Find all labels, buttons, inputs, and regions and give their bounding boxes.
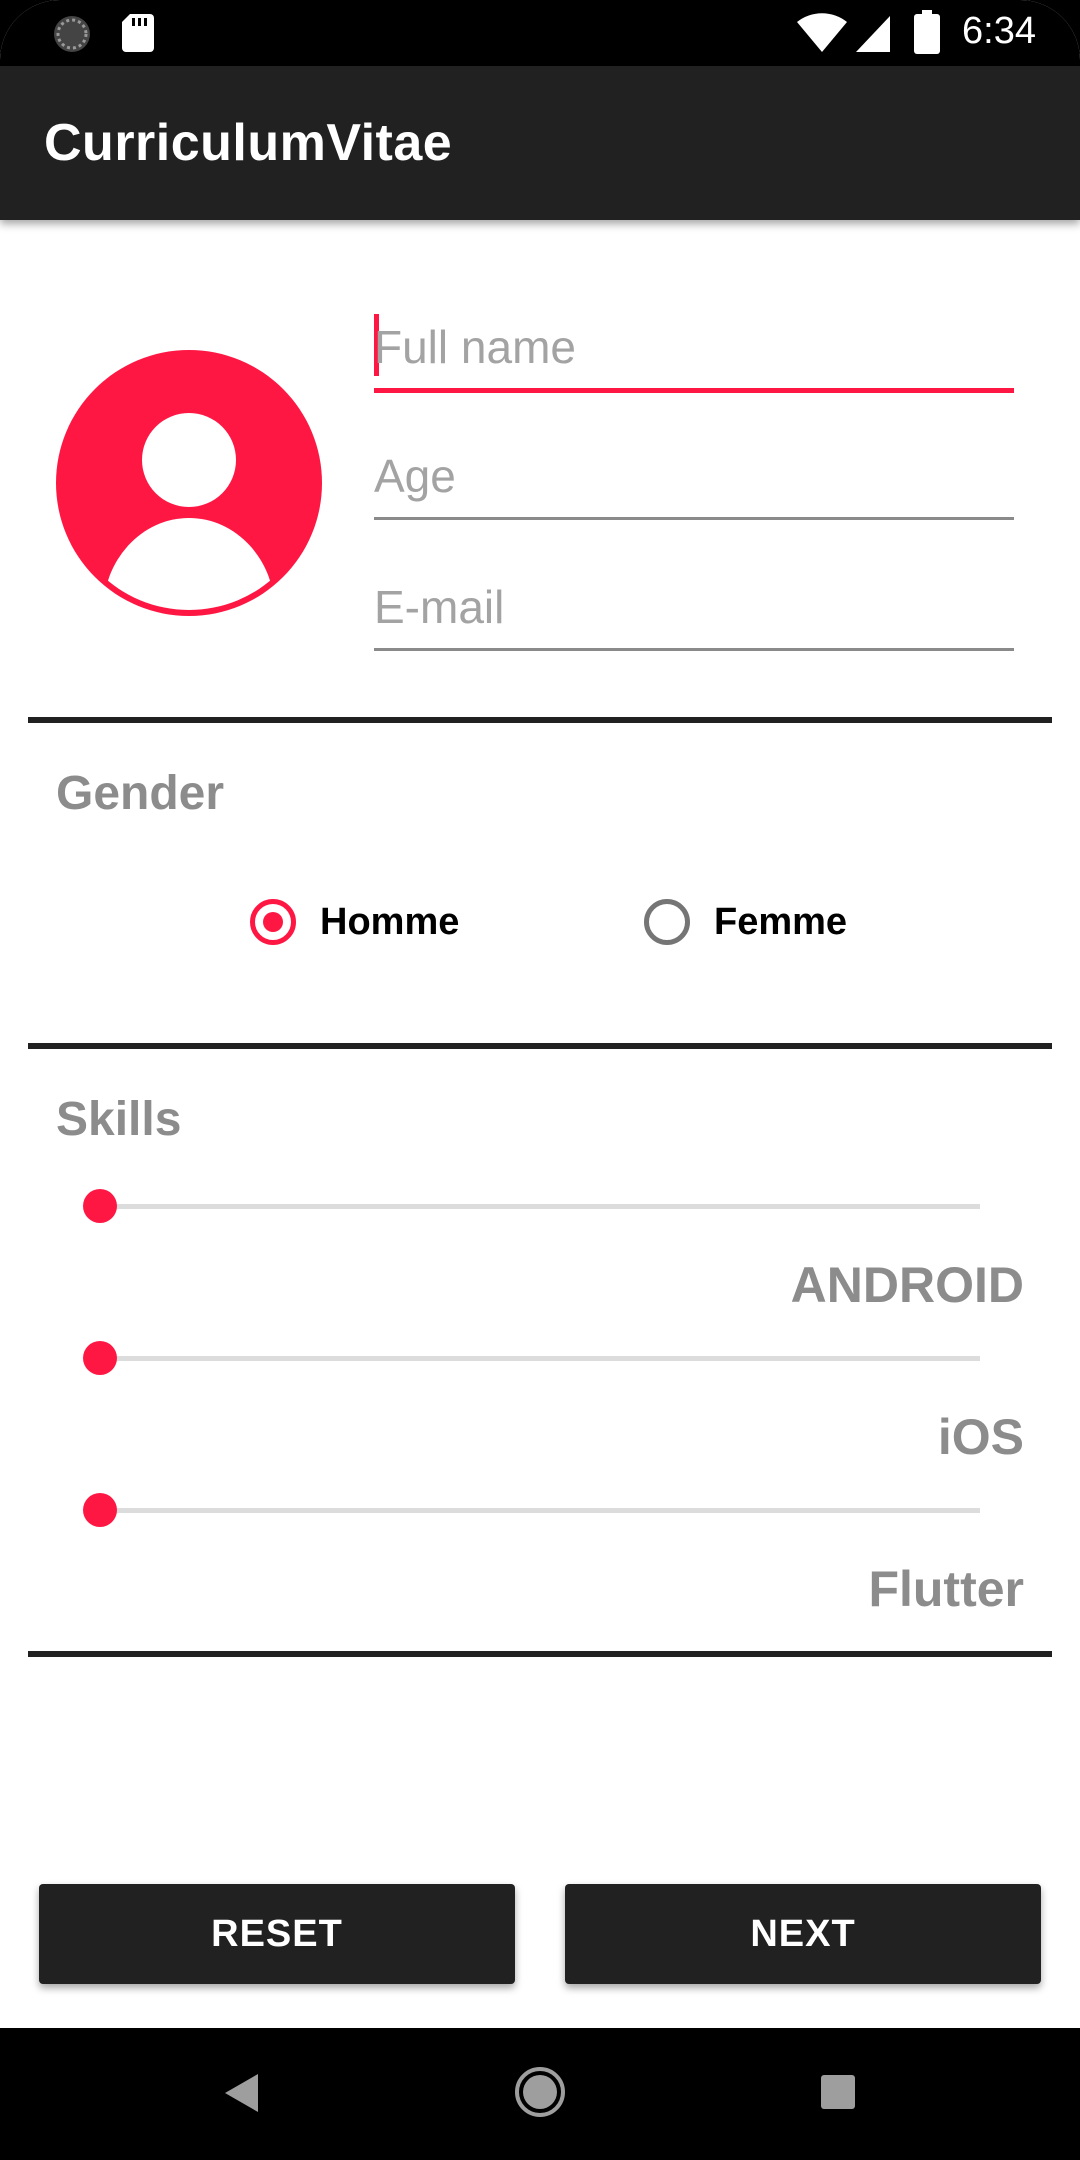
slider-thumb[interactable]: [83, 1341, 117, 1375]
flutter-slider[interactable]: [83, 1490, 980, 1530]
age-input[interactable]: [374, 449, 994, 503]
skills-title: Skills: [56, 1093, 182, 1146]
reset-button[interactable]: RESET: [39, 1884, 515, 1984]
app-bar: CurriculumVitae: [0, 66, 1080, 220]
status-bar: 6:34: [0, 0, 1080, 66]
divider-profile: [28, 717, 1052, 723]
radio-checked-icon[interactable]: [250, 899, 296, 945]
battery-icon: [914, 10, 940, 54]
email-field[interactable]: [374, 568, 1014, 651]
recents-icon[interactable]: [820, 2074, 856, 2110]
app-title: CurriculumVitae: [44, 114, 453, 172]
wifi-icon: [797, 13, 847, 52]
skill-label-flutter: Flutter: [868, 1561, 1024, 1617]
gender-title: Gender: [56, 767, 225, 820]
slider-track: [100, 1204, 980, 1209]
divider-skills: [28, 1651, 1052, 1657]
full-name-input[interactable]: [374, 320, 994, 374]
home-icon[interactable]: [514, 2066, 566, 2118]
slider-thumb[interactable]: [83, 1493, 117, 1527]
radio-unchecked-icon[interactable]: [644, 899, 690, 945]
email-input[interactable]: [374, 580, 994, 634]
next-button[interactable]: NEXT: [565, 1884, 1041, 1984]
slider-thumb[interactable]: [83, 1189, 117, 1223]
screen: 6:34 CurriculumVitae Gender Homme Femme: [0, 0, 1080, 2160]
ios-slider[interactable]: [83, 1338, 980, 1378]
slider-track: [100, 1508, 980, 1513]
back-icon[interactable]: [222, 2072, 262, 2114]
android-slider[interactable]: [83, 1186, 980, 1226]
skill-label-android: ANDROID: [790, 1257, 1024, 1313]
full-name-field[interactable]: [374, 308, 1014, 393]
skill-label-ios: iOS: [937, 1409, 1024, 1465]
age-field[interactable]: [374, 437, 1014, 520]
signal-icon: [856, 16, 890, 52]
divider-gender: [28, 1043, 1052, 1049]
status-time: 6:34: [962, 10, 1036, 52]
slider-track: [100, 1356, 980, 1361]
radio-femme-label: Femme: [714, 900, 848, 943]
account-circle-icon[interactable]: [56, 350, 322, 616]
navigation-bar: [0, 2028, 1080, 2160]
sd-card-icon: [122, 14, 154, 52]
radio-homme[interactable]: Homme: [250, 892, 459, 952]
radio-homme-label: Homme: [320, 900, 460, 943]
sync-icon: [54, 16, 90, 52]
radio-femme[interactable]: Femme: [644, 892, 847, 952]
